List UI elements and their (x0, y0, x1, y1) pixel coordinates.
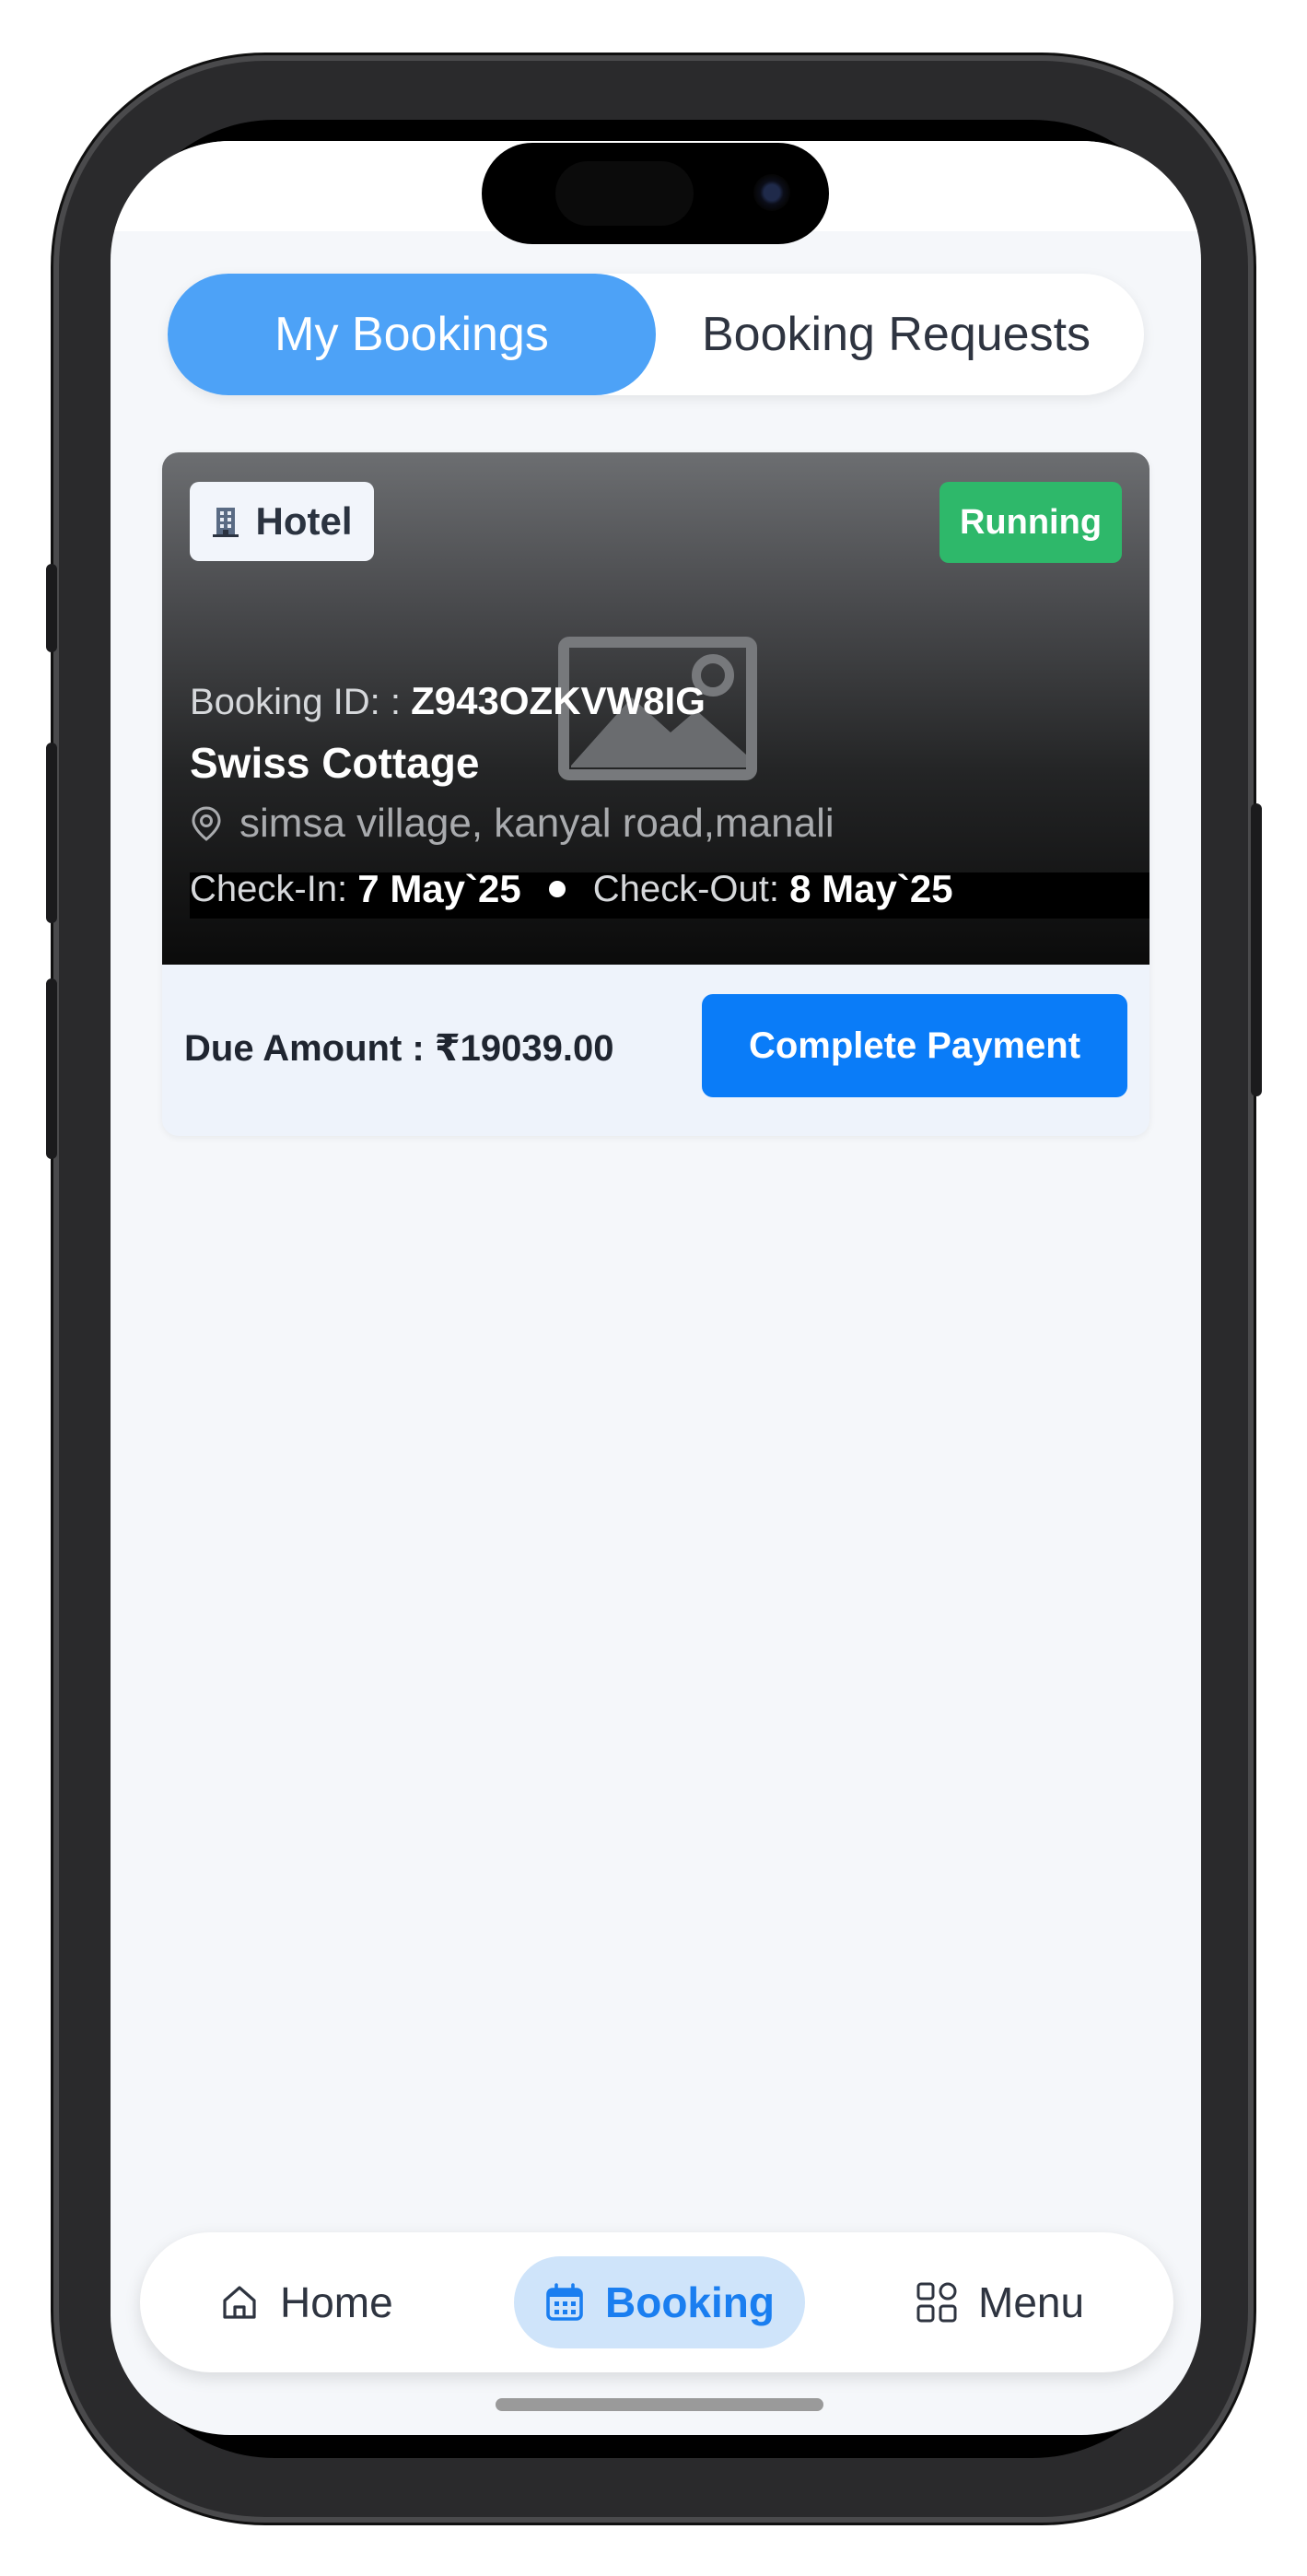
hotel-building-icon (212, 508, 239, 537)
power-button (1251, 803, 1262, 1096)
front-camera-icon (753, 174, 790, 211)
stay-dates: Check-In: 7 May`25 Check-Out: 8 May`25 (190, 867, 953, 911)
bottom-navigation: Home Booking Menu (140, 2232, 1173, 2372)
hotel-image: Hotel Running Booking ID: : Z943OZKVW8IG… (162, 452, 1149, 965)
payment-row: Due Amount : ₹19039.00 Complete Payment (162, 965, 1149, 1136)
home-icon (223, 2286, 256, 2319)
app-screen: My Bookings Booking Requests Hotel Runni… (111, 141, 1201, 2435)
tab-my-bookings[interactable]: My Bookings (168, 274, 656, 395)
property-type-label: Hotel (255, 499, 353, 543)
check-out-label: Check-Out: (592, 868, 780, 909)
hotel-name: Swiss Cottage (190, 739, 480, 787)
nav-menu[interactable]: Menu (916, 2256, 1084, 2348)
island-sensor (555, 161, 694, 226)
due-amount: Due Amount : ₹19039.00 (184, 1028, 614, 1069)
location-pin-icon (192, 806, 221, 841)
address-text: simsa village, kanyal road,manali (239, 801, 834, 846)
check-in-label: Check-In: (190, 868, 348, 909)
hotel-address: simsa village, kanyal road,manali (190, 801, 834, 847)
home-indicator[interactable] (496, 2398, 823, 2411)
booking-tabs: My Bookings Booking Requests (168, 274, 1144, 395)
check-in-value: 7 May`25 (357, 867, 521, 910)
property-type-badge: Hotel (190, 482, 374, 561)
booking-card[interactable]: Hotel Running Booking ID: : Z943OZKVW8IG… (162, 452, 1149, 1136)
check-out-value: 8 May`25 (789, 867, 953, 910)
status-badge: Running (939, 482, 1122, 563)
volume-up-button (46, 743, 57, 923)
volume-down-button (46, 978, 57, 1159)
nav-booking[interactable]: Booking (514, 2256, 805, 2348)
nav-booking-label: Booking (605, 2278, 775, 2326)
tab-booking-requests[interactable]: Booking Requests (702, 274, 1103, 395)
booking-id-label: Booking ID: : (190, 682, 402, 722)
grid-menu-icon (916, 2282, 957, 2323)
separator-dot (548, 881, 566, 897)
nav-home[interactable]: Home (219, 2256, 393, 2348)
action-button (46, 564, 57, 652)
nav-home-label: Home (280, 2278, 393, 2326)
nav-menu-label: Menu (978, 2278, 1085, 2326)
booking-id: Booking ID: : Z943OZKVW8IG (190, 679, 706, 723)
complete-payment-button[interactable]: Complete Payment (702, 994, 1127, 1097)
booking-id-value: Z943OZKVW8IG (411, 679, 706, 722)
calendar-icon (546, 2283, 583, 2321)
dynamic-island (482, 143, 829, 244)
